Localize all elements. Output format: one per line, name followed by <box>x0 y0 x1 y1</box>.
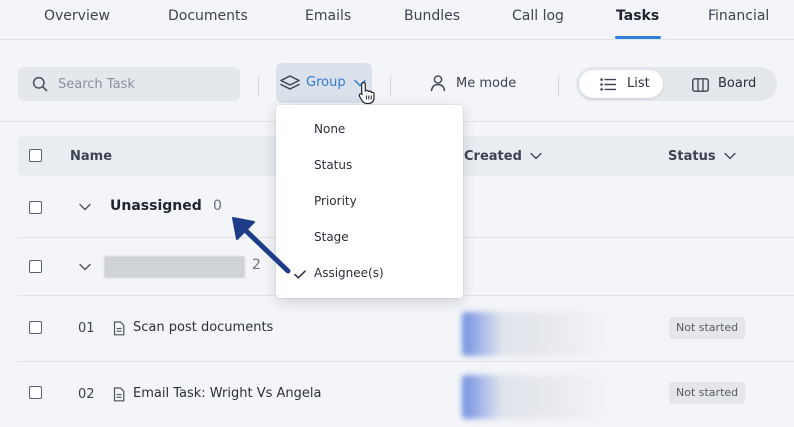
menu-item-assignees[interactable]: Assignee(s) <box>276 258 463 290</box>
tab-overview[interactable]: Overview <box>44 8 110 24</box>
menu-item-status[interactable]: Status <box>276 150 463 182</box>
chevron-down-icon <box>530 152 543 160</box>
tasks-page: Overview Documents Emails Bundles Call l… <box>0 0 794 427</box>
list-view-button[interactable]: List <box>579 70 663 98</box>
row-checkbox[interactable] <box>29 321 42 334</box>
tab-call-log[interactable]: Call log <box>512 8 564 24</box>
hand-pointer-cursor-icon <box>358 81 375 105</box>
search-icon <box>32 76 48 92</box>
task-number: 02 <box>78 387 95 402</box>
group-button-label: Group <box>306 75 346 90</box>
task-name[interactable]: Scan post documents <box>133 320 273 335</box>
menu-item-label: Stage <box>314 230 349 244</box>
column-header-created[interactable]: Created <box>464 149 543 164</box>
select-all-checkbox[interactable] <box>29 149 42 162</box>
column-header-status-label: Status <box>668 149 716 164</box>
menu-item-label: Priority <box>314 194 357 208</box>
column-header-created-label: Created <box>464 149 522 164</box>
active-tab-indicator <box>615 36 661 39</box>
group-title: Unassigned <box>110 198 202 214</box>
list-view-label: List <box>627 76 650 91</box>
chevron-down-icon <box>724 152 736 160</box>
toolbar-divider <box>258 76 259 96</box>
board-icon <box>692 78 709 92</box>
group-count: 0 <box>213 198 222 214</box>
search-input[interactable] <box>58 67 233 101</box>
me-mode-button[interactable]: Me mode <box>430 74 516 96</box>
menu-item-label: None <box>314 122 346 136</box>
task-number: 01 <box>78 321 95 336</box>
table-row[interactable]: 02 Email Task: Wright Vs Angela Not star… <box>18 362 794 427</box>
status-badge[interactable]: Not started <box>669 317 746 339</box>
tab-tasks[interactable]: Tasks <box>616 8 659 24</box>
row-checkbox[interactable] <box>29 386 42 399</box>
blurred-creator <box>462 375 602 419</box>
me-mode-label: Me mode <box>456 76 517 91</box>
board-view-button[interactable]: Board <box>688 70 776 98</box>
chevron-down-icon[interactable] <box>79 203 91 211</box>
list-icon <box>600 78 616 91</box>
user-icon <box>430 75 446 92</box>
status-badge[interactable]: Not started <box>669 382 746 404</box>
search-box <box>18 67 240 101</box>
task-name[interactable]: Email Task: Wright Vs Angela <box>133 386 321 401</box>
annotation-arrow-icon <box>232 217 291 274</box>
menu-item-label: Status <box>314 158 353 172</box>
chevron-down-icon[interactable] <box>79 263 91 271</box>
column-header-name[interactable]: Name <box>70 149 112 164</box>
group-checkbox[interactable] <box>29 260 42 273</box>
group-by-menu: None Status Priority Stage Assignee(s) <box>276 105 463 298</box>
document-icon <box>113 387 125 402</box>
toolbar-divider <box>390 76 391 96</box>
checkmark-icon <box>294 270 306 279</box>
menu-item-label: Assignee(s) <box>314 266 384 280</box>
board-view-label: Board <box>718 76 757 91</box>
document-icon <box>113 321 125 336</box>
toolbar-divider <box>558 76 559 96</box>
blurred-creator <box>462 312 602 356</box>
tab-bar: Overview Documents Emails Bundles Call l… <box>0 0 794 40</box>
menu-item-stage[interactable]: Stage <box>276 222 463 254</box>
menu-item-priority[interactable]: Priority <box>276 186 463 218</box>
tab-documents[interactable]: Documents <box>168 8 248 24</box>
group-checkbox[interactable] <box>29 201 42 214</box>
view-toggle: List Board <box>576 67 777 101</box>
menu-item-none[interactable]: None <box>276 114 463 146</box>
column-header-status[interactable]: Status <box>668 149 736 164</box>
blurred-assignee-name <box>104 256 245 278</box>
table-row[interactable]: 01 Scan post documents Not started <box>18 296 794 362</box>
tab-financial[interactable]: Financial <box>708 8 769 24</box>
layers-icon <box>280 75 300 90</box>
tab-bundles[interactable]: Bundles <box>404 8 460 24</box>
tab-emails[interactable]: Emails <box>305 8 351 24</box>
